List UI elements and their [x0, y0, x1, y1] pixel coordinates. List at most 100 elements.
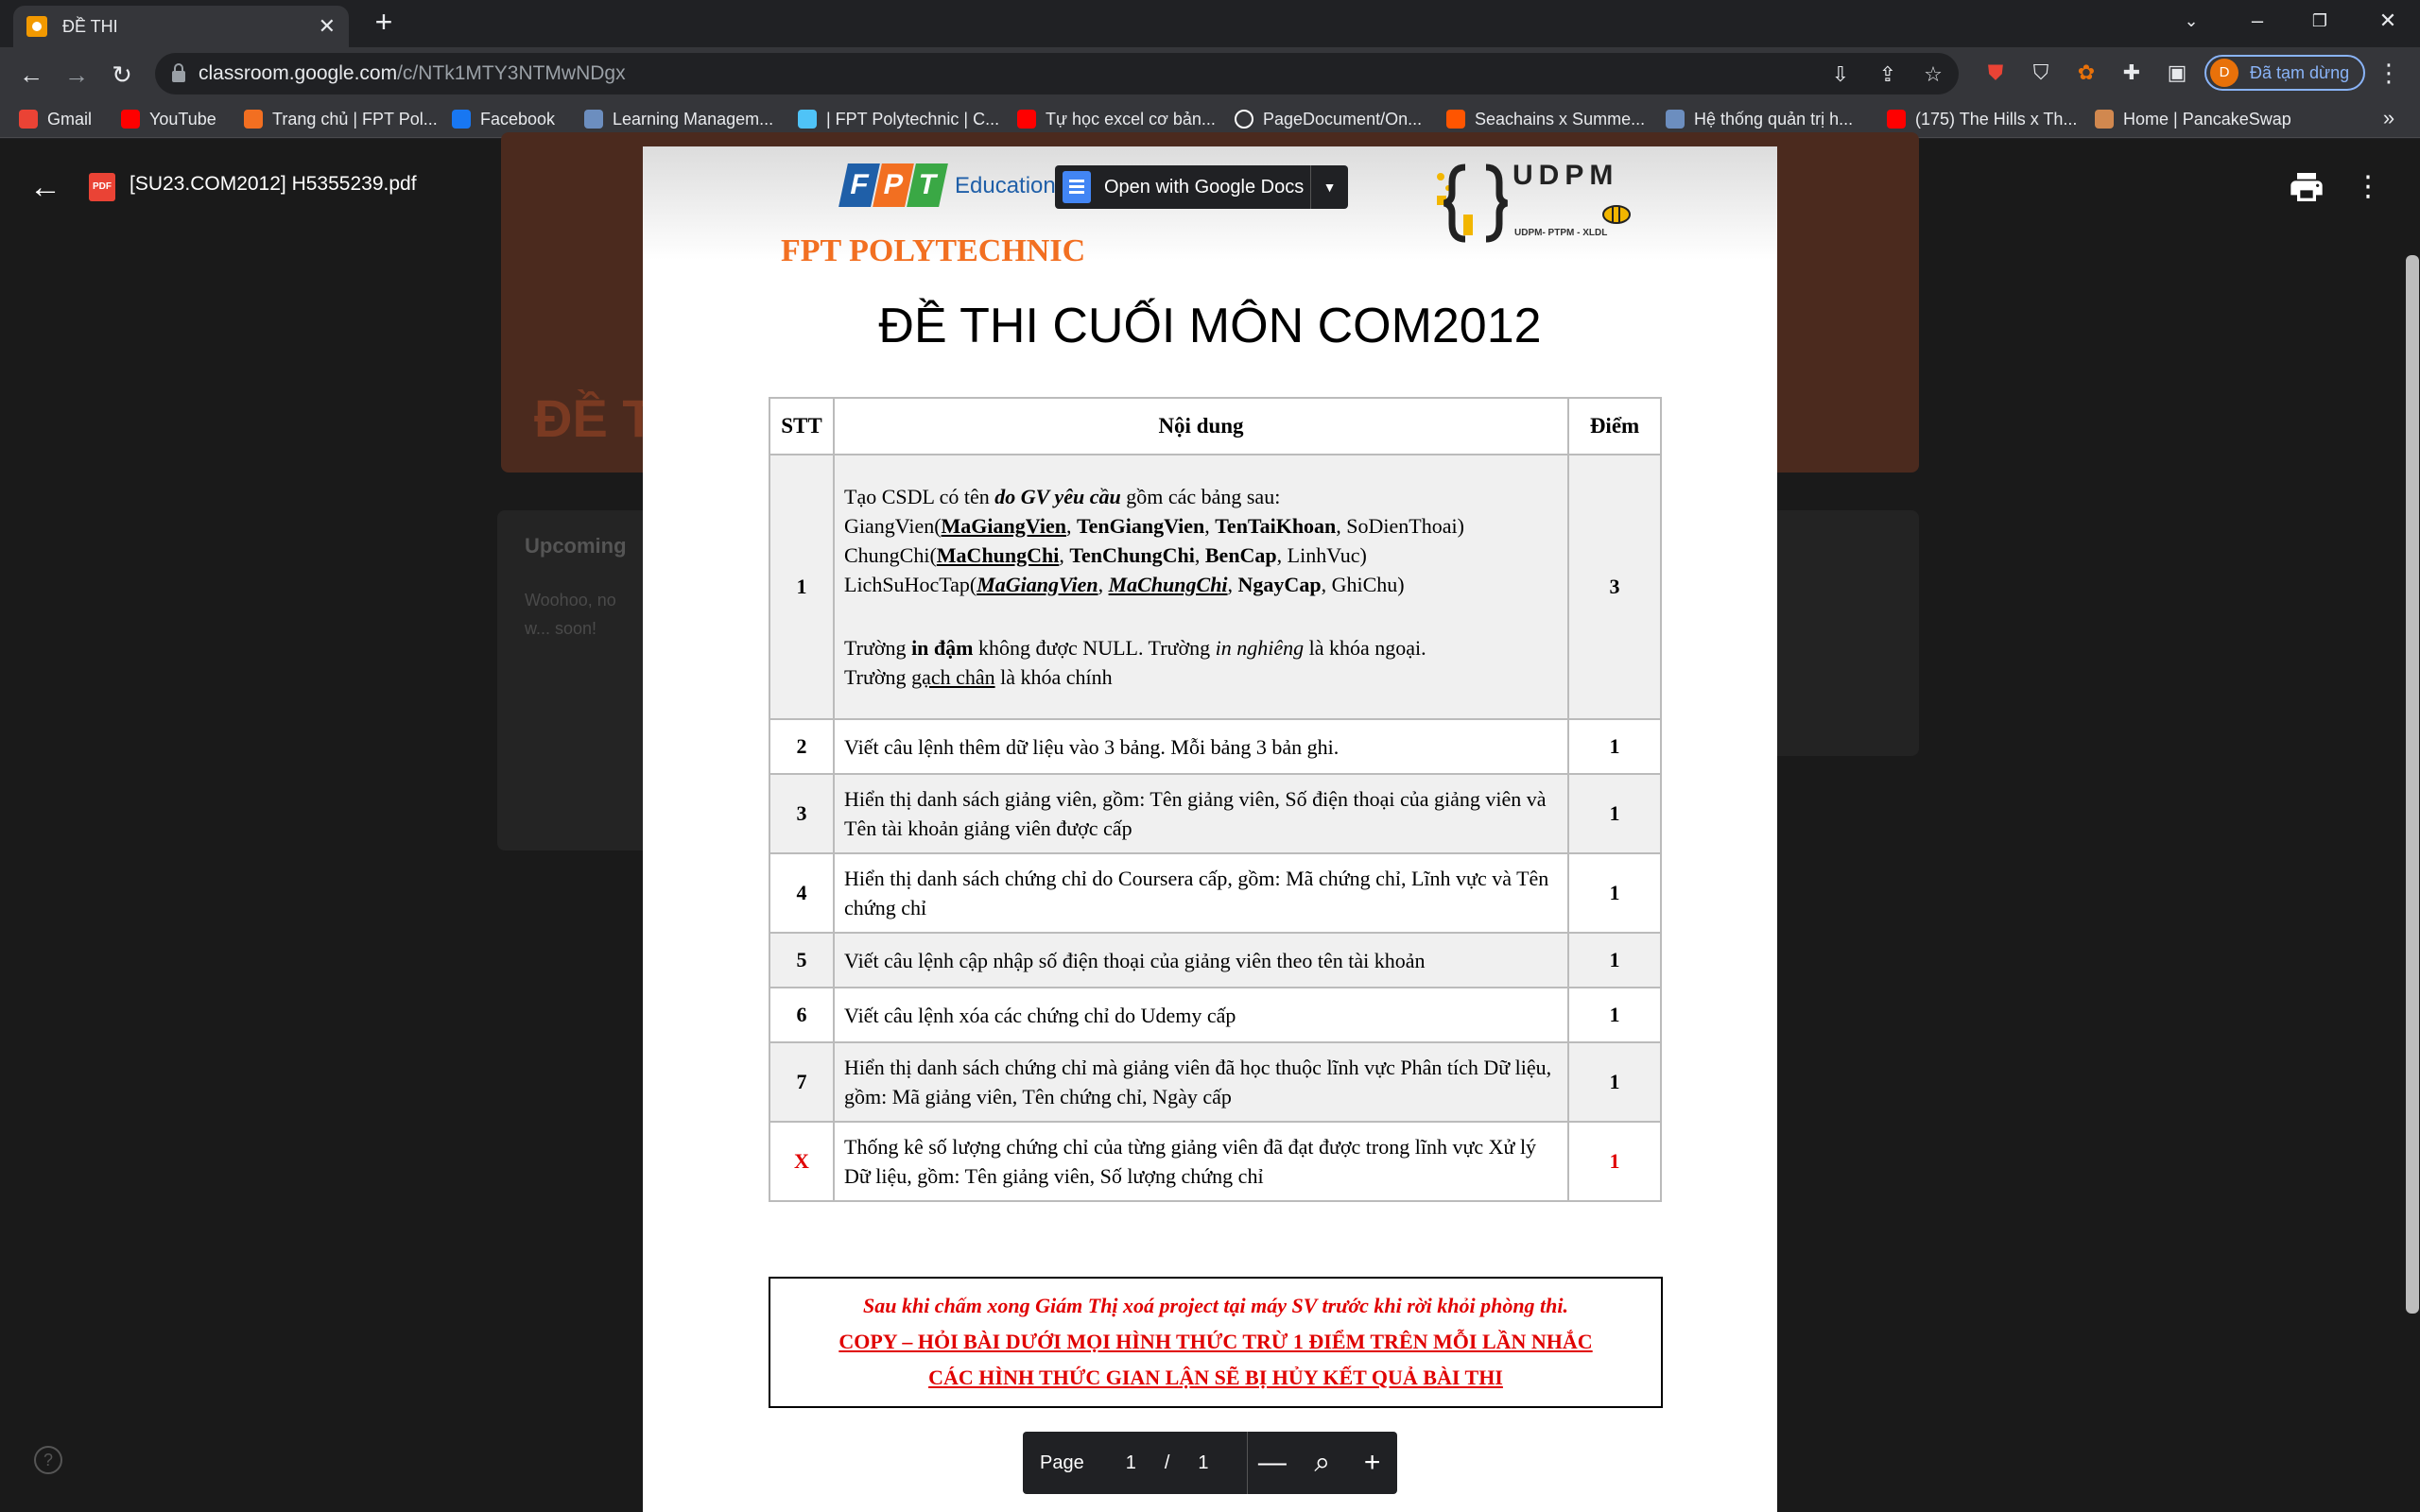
browser-tab[interactable]: ĐỀ THI ✕ — [13, 6, 349, 47]
profile-status: Đã tạm dừng — [2250, 62, 2350, 82]
help-icon[interactable]: ? — [34, 1446, 62, 1474]
row-stt: 4 — [769, 852, 835, 934]
tab-strip: ĐỀ THI ✕ + ⌄ – ❐ ✕ — [0, 0, 2420, 47]
reload-button[interactable]: ↻ — [106, 59, 138, 91]
fpt-letter-t: T — [907, 163, 948, 207]
row-content: Hiển thị danh sách chứng chỉ do Coursera… — [833, 852, 1569, 934]
table-row: 6 Viết câu lệnh xóa các chứng chỉ do Udem… — [769, 987, 1662, 1043]
extension-guard-icon[interactable]: ⛉ — [2027, 59, 2055, 87]
class-banner-title: ĐỀ T — [534, 388, 655, 448]
zoom-in-icon[interactable]: + — [1347, 1447, 1397, 1479]
bookmark-label: Home | PancakeSwap — [2123, 109, 2291, 129]
avatar: D — [2210, 59, 2238, 87]
more-bookmarks-icon[interactable]: » — [2375, 104, 2403, 132]
tab-title: ĐỀ THI — [62, 16, 118, 36]
current-page-input[interactable]: 1 — [1126, 1452, 1136, 1474]
bookmark-item[interactable]: Hệ thống quản trị h... — [1666, 108, 1853, 130]
extension-bug-icon[interactable]: ✿ — [2072, 59, 2100, 87]
upcoming-heading: Upcoming — [525, 534, 627, 558]
youtube-icon — [121, 110, 140, 129]
row-points: 1 — [1567, 718, 1662, 775]
print-icon[interactable] — [2288, 168, 2325, 206]
table-row: X Thống kê số lượng chứng chỉ của từng gi… — [769, 1121, 1662, 1202]
fpt-education-text: Education — [955, 173, 1056, 198]
stream-card — [1768, 510, 1919, 756]
bookmark-star-icon[interactable]: ☆ — [1921, 62, 1945, 87]
youtube-icon — [1887, 110, 1906, 129]
extension-shield-icon[interactable]: ⛊ — [1981, 59, 2010, 87]
bookmark-item[interactable]: Home | PancakeSwap — [2095, 108, 2291, 130]
bookmark-item[interactable]: Seachains x Summe... — [1446, 108, 1645, 130]
page-controls: Page 1 / 1 — ⌕ + — [1023, 1432, 1397, 1494]
gmail-icon — [19, 110, 38, 129]
table-header-row: STT Nội dung Điểm — [769, 397, 1662, 455]
bookmark-item[interactable]: Trang chủ | FPT Pol... — [244, 108, 438, 130]
row-content: Viết câu lệnh cập nhập số điện thoại của… — [833, 932, 1569, 988]
chevron-down-icon[interactable]: ▼ — [1310, 165, 1348, 209]
warning-line-2: COPY – HỎI BÀI DƯỚI MỌI HÌNH THỨC TRỪ 1 … — [838, 1330, 1593, 1353]
profile-button[interactable]: D Đã tạm dừng — [2204, 55, 2365, 91]
udpm-title: UDPM — [1512, 160, 1619, 191]
open-with-google-docs-button[interactable]: Open with Google Docs ▼ — [1055, 165, 1348, 209]
bookmark-item[interactable]: (175) The Hills x Th... — [1887, 108, 2077, 130]
pdf-file-icon: PDF — [89, 173, 115, 201]
restore-button[interactable]: ❐ — [2291, 0, 2348, 42]
circle-icon — [798, 110, 817, 129]
tab-search-icon[interactable]: ⌄ — [2163, 0, 2220, 42]
address-bar[interactable]: classroom.google.com /c/NTk1MTY3NTMwNDgx… — [155, 53, 1959, 94]
row-stt: 7 — [769, 1041, 835, 1123]
bookmark-item[interactable]: Facebook — [452, 108, 555, 130]
row-points: 3 — [1567, 454, 1662, 720]
content-line: GiangVien(MaGiangVien, TenGiangVien, Ten… — [844, 514, 1464, 538]
viewer-more-icon[interactable]: ⋮ — [2354, 168, 2382, 206]
bookmark-item[interactable]: PageDocument/On... — [1235, 108, 1422, 130]
row-stt: 5 — [769, 932, 835, 988]
browser-menu-icon[interactable]: ⋮ — [2375, 59, 2403, 87]
warning-box: Sau khi chấm xong Giám Thị xoá project t… — [769, 1277, 1663, 1408]
browser-toolbar: ← → ↻ classroom.google.com /c/NTk1MTY3NT… — [0, 47, 2420, 100]
back-button[interactable]: ← — [15, 59, 47, 91]
exam-table: STT Nội dung Điểm 1 Tạo CSDL có tên do G… — [769, 397, 1662, 1202]
exam-title: ĐỀ THI CUỐI MÔN COM2012 — [878, 299, 1542, 353]
bookmark-label: Gmail — [47, 109, 93, 129]
zoom-out-icon[interactable]: — — [1247, 1447, 1297, 1479]
row-stt: 3 — [769, 773, 835, 854]
bookmark-label: Trang chủ | FPT Pol... — [272, 109, 438, 129]
close-window-button[interactable]: ✕ — [2360, 0, 2416, 42]
bookmark-item[interactable]: Tự học excel cơ bản... — [1017, 108, 1216, 130]
new-tab-button[interactable]: + — [367, 6, 401, 40]
header-stt: STT — [769, 397, 835, 455]
bookmark-item[interactable]: YouTube — [121, 108, 216, 130]
page-separator: / — [1164, 1452, 1170, 1473]
row-content: Hiển thị danh sách chứng chỉ mà giảng vi… — [833, 1041, 1569, 1123]
soundcloud-icon — [1446, 110, 1465, 129]
extensions-puzzle-icon[interactable]: ✚ — [2118, 59, 2146, 87]
minimize-button[interactable]: – — [2229, 0, 2286, 42]
github-icon — [1235, 110, 1253, 129]
fpt-logo: F P T — [838, 163, 948, 207]
fpt-icon — [244, 110, 263, 129]
row-stt: X — [769, 1121, 835, 1202]
bookmark-label: Hệ thống quản trị h... — [1694, 109, 1854, 129]
row-points: 1 — [1567, 773, 1662, 854]
viewer-scrollbar[interactable] — [2406, 255, 2419, 1314]
content-line: LichSuHocTap(MaGiangVien, MaChungChi, Ng… — [844, 573, 1405, 596]
lms-icon — [1666, 110, 1685, 129]
zoom-fit-icon[interactable]: ⌕ — [1297, 1447, 1347, 1479]
table-row: 3 Hiển thị danh sách giảng viên, gồm: Tên… — [769, 773, 1662, 854]
bookmark-item[interactable]: Gmail — [19, 108, 92, 130]
content-line: Trường in đậm không được NULL. Trường in… — [844, 636, 1426, 660]
row-points: 1 — [1567, 932, 1662, 988]
close-viewer-back-icon[interactable]: ← — [28, 170, 62, 204]
share-icon[interactable]: ⇪ — [1876, 62, 1900, 87]
close-tab-icon[interactable]: ✕ — [319, 14, 336, 39]
install-icon[interactable]: ⇩ — [1828, 62, 1853, 87]
bookmark-label: Facebook — [480, 109, 556, 129]
header-points: Điểm — [1567, 397, 1662, 455]
page-label: Page — [1040, 1452, 1084, 1473]
forward-button[interactable]: → — [60, 59, 93, 91]
side-panel-icon[interactable]: ▣ — [2163, 59, 2191, 87]
bookmark-item[interactable]: | FPT Polytechnic | C... — [798, 108, 999, 130]
bookmark-label: PageDocument/On... — [1263, 109, 1423, 129]
bookmark-item[interactable]: Learning Managem... — [584, 108, 773, 130]
